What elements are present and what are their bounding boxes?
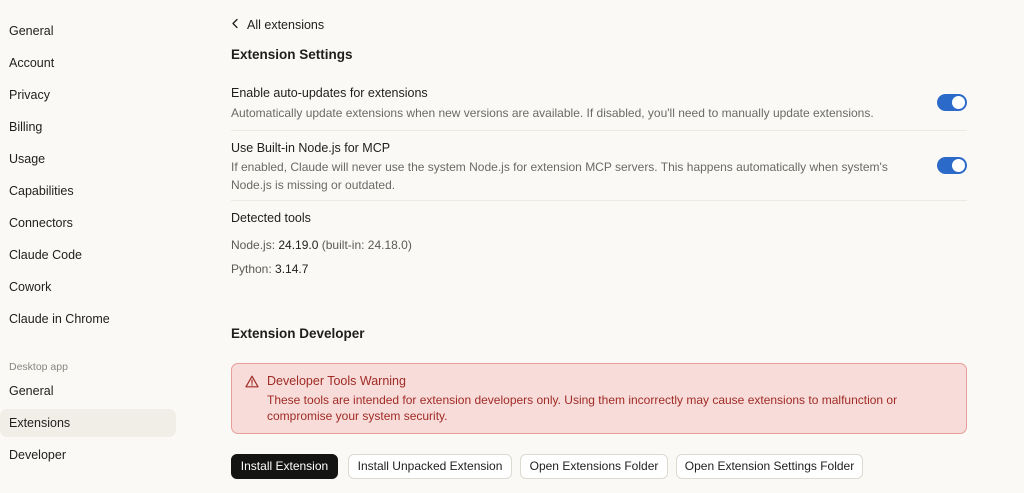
warning-body: These tools are intended for extension d… — [267, 393, 898, 423]
sidebar-section-desktop-app: Desktop app — [9, 361, 68, 373]
sidebar-item-account[interactable]: Account — [0, 49, 176, 77]
sidebar-item-extensions[interactable]: Extensions — [0, 409, 176, 437]
open-extension-settings-folder-button[interactable]: Open Extension Settings Folder — [676, 454, 863, 479]
builtin-node-description: If enabled, Claude will never use the sy… — [231, 160, 888, 192]
node-version: 24.19.0 — [278, 238, 319, 252]
auto-updates-toggle[interactable] — [937, 94, 967, 111]
install-unpacked-extension-button[interactable]: Install Unpacked Extension — [348, 454, 512, 479]
auto-updates-title: Enable auto-updates for extensions — [231, 86, 428, 100]
open-extensions-folder-button[interactable]: Open Extensions Folder — [520, 454, 668, 479]
divider — [231, 130, 967, 131]
node-builtin-version: (built-in: 24.18.0) — [321, 238, 412, 252]
divider — [231, 200, 967, 201]
sidebar-item-connectors[interactable]: Connectors — [0, 209, 176, 237]
sidebar-item-usage[interactable]: Usage — [0, 145, 176, 173]
sidebar-item-cowork[interactable]: Cowork — [0, 273, 176, 301]
extension-developer-heading: Extension Developer — [231, 326, 365, 341]
settings-sidebar: General Account Privacy Billing Usage Ca… — [0, 0, 185, 493]
sidebar-item-capabilities[interactable]: Capabilities — [0, 177, 176, 205]
builtin-node-title: Use Built-in Node.js for MCP — [231, 141, 391, 155]
python-version: 3.14.7 — [275, 262, 309, 276]
sidebar-item-desktop-general[interactable]: General — [0, 377, 176, 405]
toggle-knob — [952, 159, 965, 172]
sidebar-item-privacy[interactable]: Privacy — [0, 81, 176, 109]
extension-settings-panel: All extensions Extension Settings Enable… — [231, 0, 967, 493]
developer-tools-warning: Developer Tools Warning These tools are … — [231, 363, 967, 434]
detected-tools-label: Detected tools — [231, 211, 311, 225]
extension-settings-heading: Extension Settings — [231, 47, 353, 62]
python-version-line: Python: 3.14.7 — [231, 262, 308, 276]
node-label: Node.js: — [231, 238, 276, 252]
toggle-knob — [952, 96, 965, 109]
chevron-left-icon — [231, 18, 247, 32]
back-link-label: All extensions — [247, 18, 325, 32]
sidebar-item-billing[interactable]: Billing — [0, 113, 176, 141]
warning-title: Developer Tools Warning — [267, 374, 406, 388]
sidebar-item-claude-in-chrome[interactable]: Claude in Chrome — [0, 305, 176, 333]
builtin-node-toggle[interactable] — [937, 157, 967, 174]
python-label: Python: — [231, 262, 272, 276]
warning-triangle-icon — [245, 375, 259, 393]
sidebar-item-general[interactable]: General — [0, 17, 176, 45]
install-extension-button[interactable]: Install Extension — [231, 454, 338, 479]
sidebar-item-developer[interactable]: Developer — [0, 441, 176, 469]
sidebar-item-claude-code[interactable]: Claude Code — [0, 241, 176, 269]
back-to-all-extensions-link[interactable]: All extensions — [231, 16, 324, 34]
node-version-line: Node.js: 24.19.0 (built-in: 24.18.0) — [231, 238, 412, 252]
auto-updates-description: Automatically update extensions when new… — [231, 106, 874, 120]
